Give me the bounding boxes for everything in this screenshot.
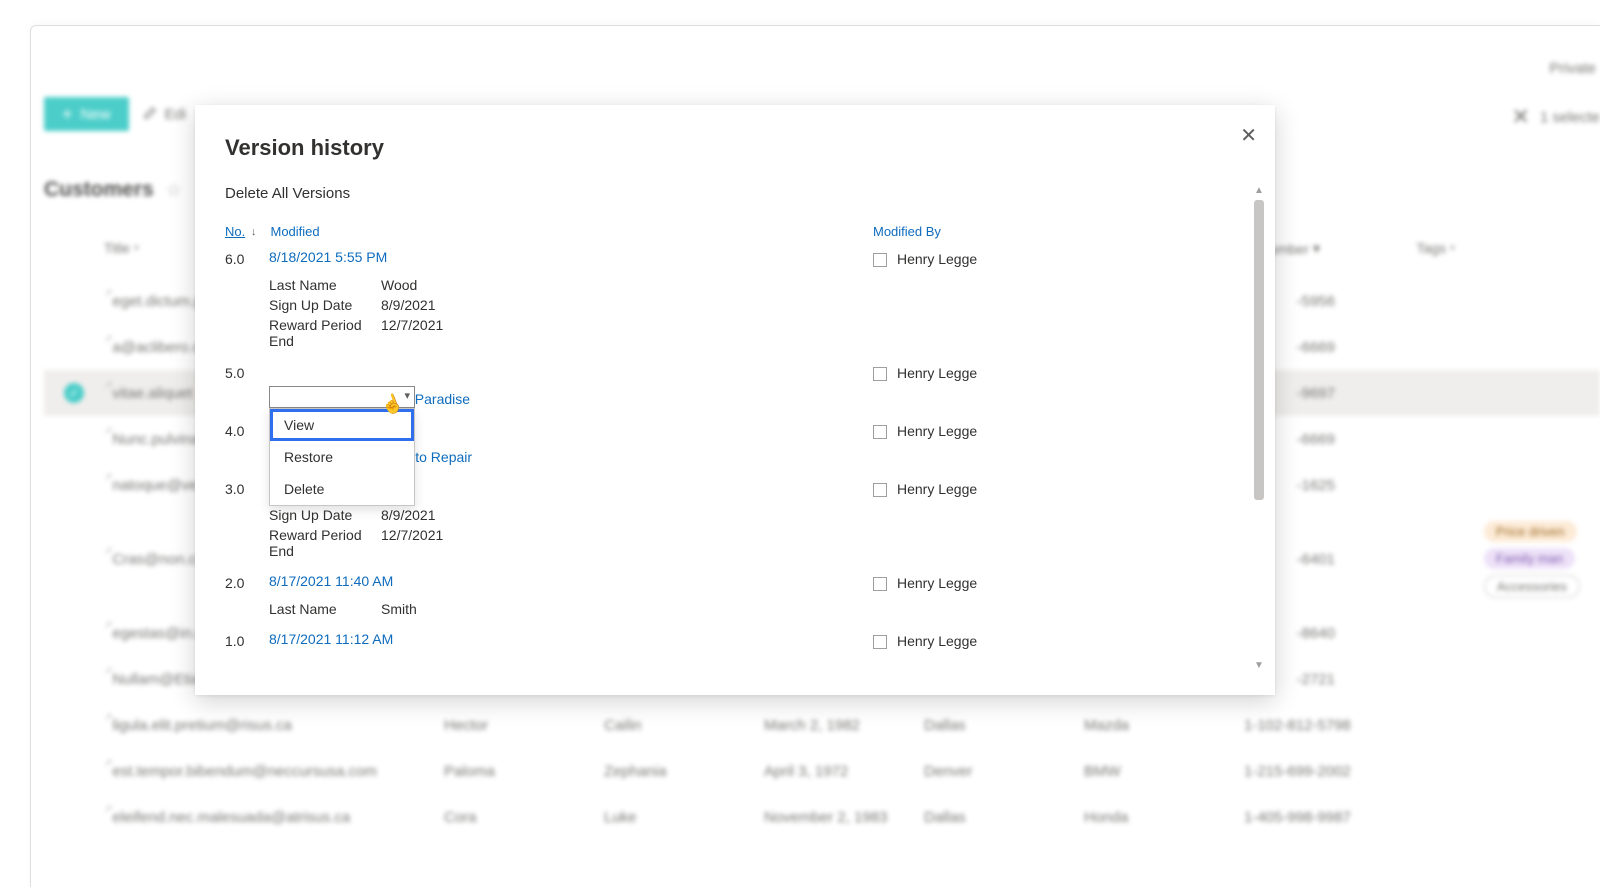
scroll-up-icon[interactable]: ▲ <box>1251 185 1267 196</box>
version-row[interactable]: 5.0 Henry Legge <box>225 359 1243 385</box>
menu-item-delete[interactable]: Delete <box>270 473 414 505</box>
close-modal-button[interactable]: ✕ <box>1240 123 1257 148</box>
presence-icon <box>873 367 887 381</box>
version-number: 4.0 <box>225 421 269 439</box>
sort-desc-icon: ↓ <box>251 226 257 238</box>
col-modified[interactable]: Modified <box>271 224 320 239</box>
version-details: Sign Up Date8/9/2021Reward Period End12/… <box>269 501 1243 569</box>
version-action-dropdown[interactable] <box>269 386 415 408</box>
presence-icon <box>873 253 887 267</box>
version-number: 2.0 <box>225 573 269 591</box>
menu-item-view[interactable]: View <box>270 409 414 441</box>
version-number: 3.0 <box>225 479 269 497</box>
version-details: Last NameSmith <box>269 595 1243 627</box>
version-date-link[interactable]: 8/17/2021 11:40 AM <box>269 573 393 589</box>
delete-all-versions-link[interactable]: Delete All Versions <box>225 185 1243 218</box>
modified-by: Henry Legge <box>873 479 1243 497</box>
version-number: 6.0 <box>225 249 269 267</box>
modified-by: Henry Legge <box>873 421 1243 439</box>
version-date-link[interactable]: 8/17/2021 11:12 AM <box>269 631 393 647</box>
col-modified-by[interactable]: Modified By <box>873 224 1243 239</box>
version-date-link[interactable]: 8/18/2021 5:55 PM <box>269 249 387 265</box>
presence-icon <box>873 483 887 497</box>
presence-icon <box>873 635 887 649</box>
scroll-down-icon[interactable]: ▼ <box>1251 660 1267 671</box>
version-details: Last NameWoodSign Up Date8/9/2021Reward … <box>269 271 1243 359</box>
col-no[interactable]: No. <box>225 224 249 239</box>
presence-icon <box>873 577 887 591</box>
version-row[interactable]: 1.08/17/2021 11:12 AM Henry Legge <box>225 627 1243 653</box>
modified-by: Henry Legge <box>873 573 1243 591</box>
modified-by: Henry Legge <box>873 631 1243 649</box>
version-details: ner's Paradise <box>269 385 1243 417</box>
version-action-menu: View Restore Delete <box>269 408 415 506</box>
version-details: sy Auto Repair <box>269 443 1243 475</box>
version-number: 1.0 <box>225 631 269 649</box>
modified-by: Henry Legge <box>873 363 1243 381</box>
presence-icon <box>873 425 887 439</box>
scroll-thumb[interactable] <box>1254 200 1264 500</box>
vh-header-row: No. ↓ Modified Modified By <box>225 218 1243 245</box>
modified-by: Henry Legge <box>873 249 1243 267</box>
modal-title: Version history <box>195 105 1275 161</box>
version-history-modal: ✕ Version history Delete All Versions No… <box>195 105 1275 695</box>
menu-item-restore[interactable]: Restore <box>270 441 414 473</box>
version-number: 5.0 <box>225 363 269 381</box>
modal-scrollbar[interactable]: ▲ ▼ <box>1251 185 1267 671</box>
version-row[interactable]: 2.08/17/2021 11:40 AM Henry Legge <box>225 569 1243 595</box>
version-row[interactable]: 6.08/18/2021 5:55 PM Henry Legge <box>225 245 1243 271</box>
